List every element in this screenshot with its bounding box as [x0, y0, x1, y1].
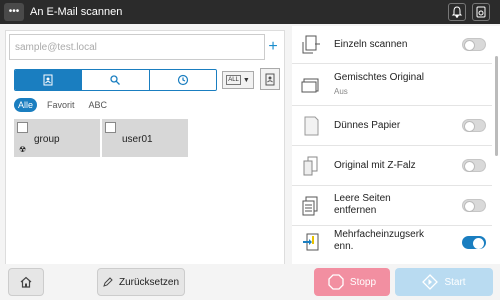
home-icon [20, 276, 32, 288]
settings-scrollbar[interactable] [495, 56, 498, 156]
home-button[interactable] [8, 268, 44, 296]
double-feed-toggle[interactable] [462, 236, 486, 249]
stop-icon [328, 274, 344, 290]
double-feed-icon [303, 233, 319, 251]
top-icons [448, 3, 490, 21]
setting-value: Aus [334, 87, 348, 96]
group-type-icon: ☢ [19, 145, 27, 154]
reset-pencil-icon [103, 277, 113, 287]
thin-paper-icon [304, 116, 319, 136]
address-tabs [14, 69, 217, 91]
entry-checkbox[interactable] [17, 122, 28, 133]
setting-label: Dünnes Papier [334, 120, 401, 131]
entry-name: user01 [122, 134, 153, 145]
remove-blank-toggle[interactable] [462, 199, 486, 212]
entry-name: group [34, 134, 60, 145]
page-title: An E-Mail scannen [30, 6, 123, 18]
setting-row-double-feed[interactable]: Mehrfacheinzugserk enn. [292, 226, 492, 264]
address-book-panel: + ALL ▼ Alle Favorit ABC group ☢ user01 [5, 30, 285, 265]
index-filters: Alle Favorit ABC [14, 98, 111, 112]
tab-history[interactable] [149, 70, 216, 90]
entry-checkbox[interactable] [105, 122, 116, 133]
setting-row-thin-paper[interactable]: Dünnes Papier [292, 106, 492, 146]
chevron-down-icon: ▼ [242, 76, 250, 84]
setting-row-single-scan[interactable]: Einzeln scannen [292, 26, 492, 64]
remove-blank-icon [302, 196, 318, 216]
start-icon [422, 274, 439, 290]
type-filter-dropdown[interactable]: ALL ▼ [222, 71, 254, 89]
add-address-button[interactable]: + [266, 36, 280, 58]
mixed-original-icon [301, 78, 319, 93]
setting-label: Einzeln scannen [334, 39, 408, 50]
register-address-icon [265, 73, 275, 86]
setting-label: Original mit Z-Falz [334, 160, 416, 171]
z-fold-toggle[interactable] [462, 159, 486, 172]
filter-abc[interactable]: ABC [85, 98, 112, 112]
reset-label: Zurücksetzen [118, 276, 180, 288]
bottom-bar: Zurücksetzen Stopp Start [0, 264, 500, 300]
setting-row-remove-blank[interactable]: Leere Seiten entfernen [292, 186, 492, 226]
title-bar: ••• An E-Mail scannen [0, 0, 500, 24]
address-book-icon [43, 74, 53, 86]
z-fold-icon [303, 156, 318, 176]
setting-label: Gemischtes Original [334, 72, 425, 83]
setting-label: Mehrfacheinzugserk enn. [334, 229, 425, 252]
setting-row-mixed-original[interactable]: Gemischtes Original Aus [292, 64, 492, 106]
address-input[interactable] [9, 34, 265, 60]
reset-button[interactable]: Zurücksetzen [97, 268, 185, 296]
all-type-label: ALL [226, 75, 241, 85]
search-icon [110, 75, 121, 85]
register-address-button[interactable] [260, 68, 280, 90]
start-label: Start [444, 276, 466, 288]
menu-button[interactable]: ••• [4, 3, 24, 21]
tab-address-book[interactable] [15, 70, 83, 90]
stop-label: Stopp [349, 276, 377, 288]
scan-settings-panel: Einzeln scannen Gemischtes Original Aus … [292, 26, 500, 264]
single-scan-toggle[interactable] [462, 38, 486, 51]
address-entry-group[interactable]: group ☢ [14, 119, 100, 157]
stop-button[interactable]: Stopp [314, 268, 390, 296]
clock-icon [177, 74, 188, 86]
notification-bell-icon[interactable] [448, 3, 466, 21]
tab-search[interactable] [82, 70, 150, 90]
setting-row-z-fold[interactable]: Original mit Z-Falz [292, 146, 492, 186]
thin-paper-toggle[interactable] [462, 119, 486, 132]
filter-all[interactable]: Alle [14, 98, 38, 112]
device-status-icon[interactable] [472, 3, 490, 21]
filter-favorite[interactable]: Favorit [43, 98, 79, 112]
setting-label: Leere Seiten entfernen [334, 193, 391, 216]
start-button[interactable]: Start [395, 268, 493, 296]
address-entry-user01[interactable]: user01 [102, 119, 188, 157]
single-scan-icon [302, 35, 320, 54]
